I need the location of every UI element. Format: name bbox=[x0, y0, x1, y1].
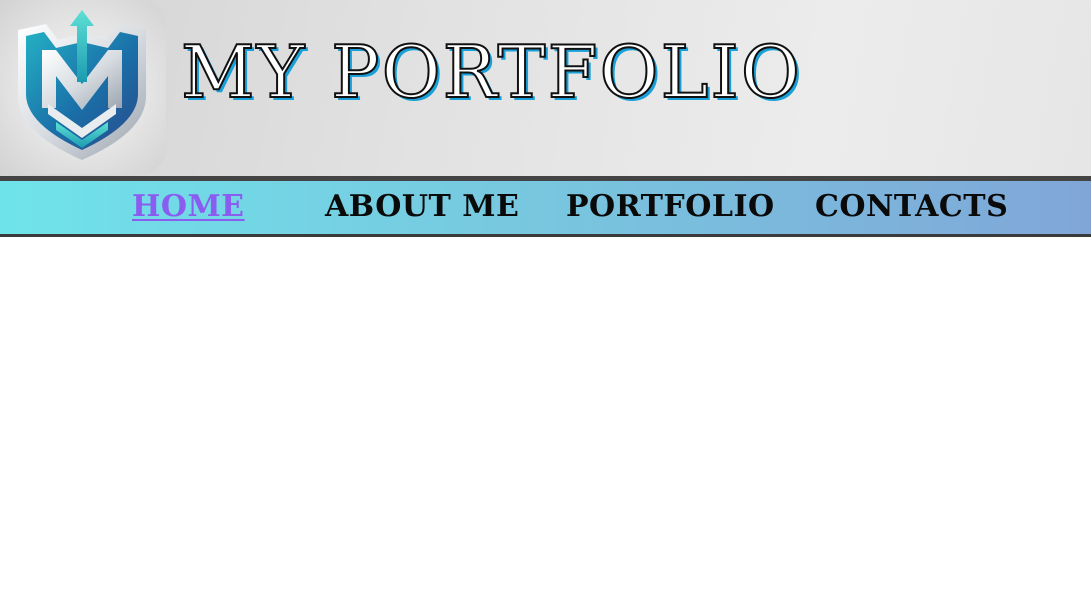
site-header: MY PORTFOLIO bbox=[0, 0, 1091, 176]
logo[interactable] bbox=[0, 0, 166, 174]
nav-item-about-me[interactable]: ABOUT ME bbox=[325, 186, 519, 228]
nav-item-contacts[interactable]: CONTACTS bbox=[815, 186, 1008, 228]
nav-item-portfolio[interactable]: PORTFOLIO bbox=[566, 186, 775, 228]
shield-emblem-logo-icon bbox=[18, 10, 146, 160]
site-title: MY PORTFOLIO bbox=[180, 30, 802, 114]
nav-item-home[interactable]: HOME bbox=[132, 186, 245, 228]
main-content bbox=[0, 237, 1091, 614]
